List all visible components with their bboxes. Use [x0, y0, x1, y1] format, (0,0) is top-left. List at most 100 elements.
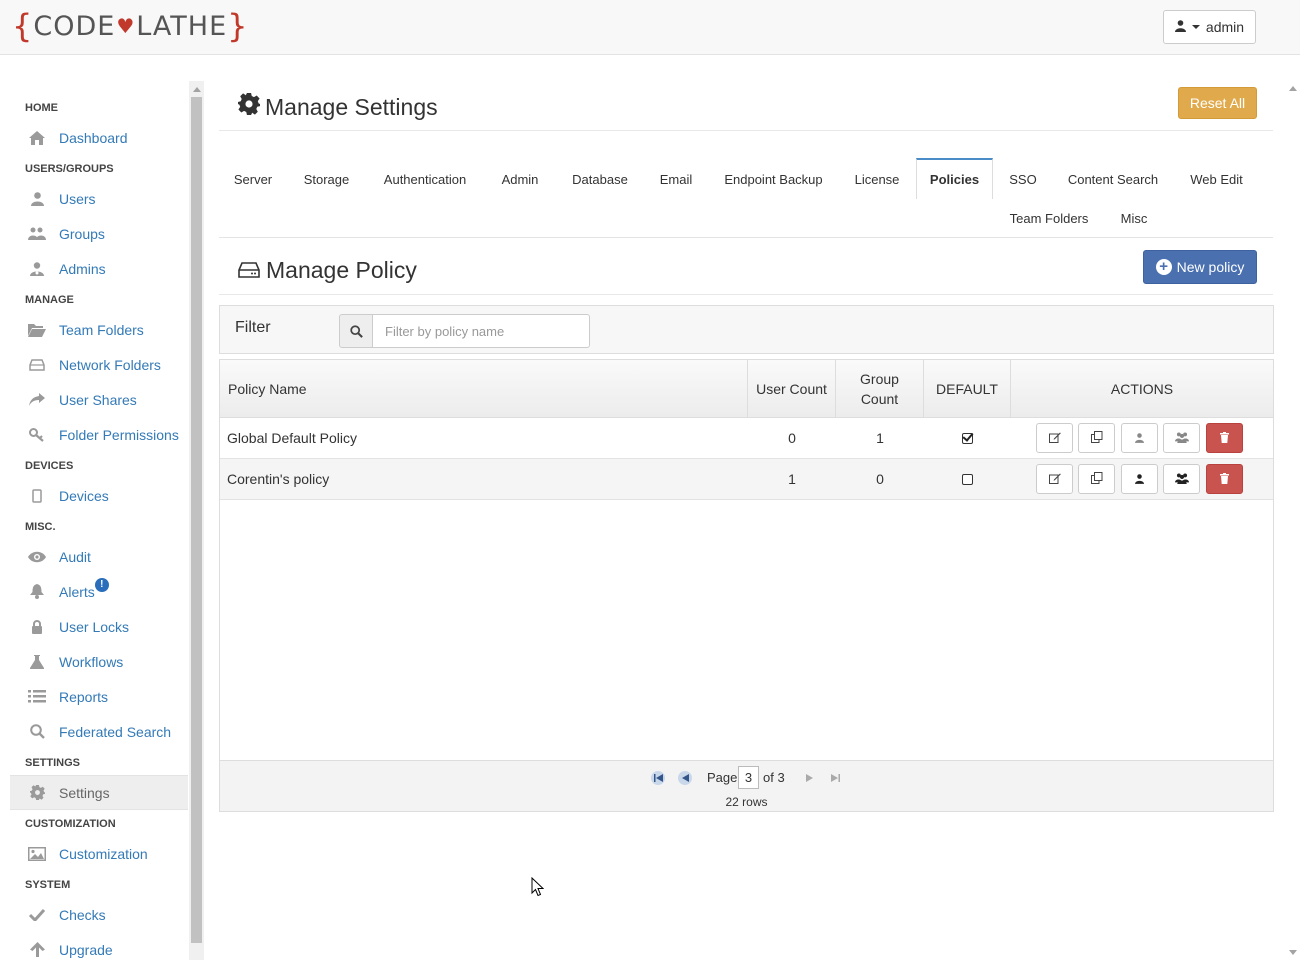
sidebar-item-folder-permissions[interactable]: Folder Permissions [10, 417, 188, 452]
first-page-icon[interactable] [651, 771, 665, 785]
edit-icon [1048, 430, 1061, 446]
assign-user-button[interactable] [1121, 464, 1158, 494]
user-count: 1 [788, 471, 796, 487]
section-title: Manage Policy [238, 257, 417, 284]
sidebar-item-network-folders[interactable]: Network Folders [10, 347, 188, 382]
page-title: Manage Settings [238, 93, 438, 121]
sidebar-item-audit[interactable]: Audit [10, 539, 188, 574]
delete-policy-button[interactable] [1206, 423, 1243, 453]
column-user-count[interactable]: User Count [748, 360, 836, 417]
tab-policies[interactable]: Policies [916, 158, 993, 199]
user-name: admin [1205, 19, 1245, 35]
section-settings: SETTINGS [25, 757, 81, 769]
scrollbar-thumb[interactable] [191, 97, 202, 943]
column-default[interactable]: DEFAULT [924, 360, 1011, 417]
default-checkbox[interactable] [924, 459, 1011, 499]
column-group-count[interactable]: Group Count [836, 360, 924, 417]
assign-user-button[interactable] [1121, 423, 1158, 453]
tab-license[interactable]: License [842, 159, 912, 199]
sidebar-item-users[interactable]: Users [10, 181, 188, 216]
tab-database[interactable]: Database [560, 159, 640, 199]
section-manage: MANAGE [25, 294, 74, 306]
reset-all-button[interactable]: Reset All [1178, 87, 1257, 119]
sidebar-item-checks[interactable]: Checks [10, 897, 188, 932]
sidebar-item-devices[interactable]: Devices [10, 478, 188, 513]
sidebar-item-settings[interactable]: Settings [10, 775, 188, 810]
tab-web-edit[interactable]: Web Edit [1179, 159, 1254, 199]
checkbox-unchecked-icon [962, 473, 973, 485]
delete-policy-button[interactable] [1206, 464, 1243, 494]
scroll-down-arrow[interactable] [1289, 950, 1297, 955]
sidebar-item-admins[interactable]: Admins [10, 251, 188, 286]
sidebar: HOME Dashboard USERS/GROUPS Users Groups… [0, 81, 204, 960]
search-icon [27, 724, 47, 740]
home-icon [27, 130, 47, 146]
edit-policy-button[interactable] [1036, 423, 1073, 453]
picture-icon [27, 846, 47, 862]
sidebar-item-user-locks[interactable]: User Locks [10, 609, 188, 644]
sidebar-item-workflows[interactable]: Workflows [10, 644, 188, 679]
tab-server[interactable]: Server [221, 159, 285, 199]
edit-icon [1048, 471, 1061, 487]
tab-authentication[interactable]: Authentication [370, 159, 480, 199]
copy-policy-button[interactable] [1078, 464, 1115, 494]
sidebar-item-groups[interactable]: Groups [10, 216, 188, 251]
tab-endpoint-backup[interactable]: Endpoint Backup [713, 159, 834, 199]
policy-name: Global Default Policy [227, 430, 357, 446]
user-menu-button[interactable]: admin [1163, 10, 1256, 44]
user-icon [1135, 430, 1144, 446]
sidebar-item-reports[interactable]: Reports [10, 679, 188, 714]
tab-team-folders[interactable]: Team Folders [1000, 198, 1098, 238]
trash-icon [1220, 430, 1229, 446]
sidebar-item-alerts[interactable]: Alerts ! [10, 574, 188, 609]
copy-icon [1090, 430, 1103, 446]
filter-input[interactable] [372, 314, 590, 348]
tab-sso[interactable]: SSO [1000, 159, 1046, 199]
next-page-icon[interactable] [802, 771, 816, 785]
table-row[interactable]: Global Default Policy 0 1 [220, 418, 1273, 459]
edit-policy-button[interactable] [1036, 464, 1073, 494]
assign-group-button[interactable] [1163, 423, 1200, 453]
section-misc: MISC. [25, 521, 56, 533]
copy-policy-button[interactable] [1078, 423, 1115, 453]
assign-group-button[interactable] [1163, 464, 1200, 494]
section-users-groups: USERS/GROUPS [25, 163, 114, 175]
prev-page-icon[interactable] [678, 771, 692, 785]
logo-heart-icon: ♥ [116, 14, 136, 38]
check-icon [27, 907, 47, 923]
sidebar-item-upgrade[interactable]: Upgrade [10, 932, 188, 967]
scroll-up-arrow[interactable] [1289, 86, 1297, 91]
copy-icon [1090, 471, 1103, 487]
users-icon [1174, 430, 1189, 446]
column-policy-name[interactable]: Policy Name [220, 360, 748, 417]
section-customization: CUSTOMIZATION [25, 818, 116, 830]
page-number-input[interactable] [738, 766, 759, 789]
new-policy-button[interactable]: + New policy [1143, 250, 1257, 284]
tab-storage[interactable]: Storage [291, 159, 362, 199]
sidebar-scrollbar[interactable] [189, 81, 204, 960]
sidebar-item-dashboard[interactable]: Dashboard [10, 120, 188, 155]
sidebar-item-federated-search[interactable]: Federated Search [10, 714, 188, 749]
last-page-icon[interactable] [828, 771, 842, 785]
tab-admin[interactable]: Admin [488, 159, 552, 199]
scroll-up-arrow[interactable] [193, 87, 201, 92]
codelathe-logo[interactable]: { CODE ♥ LATHE } [12, 7, 249, 45]
tabs-divider [219, 237, 1273, 238]
hdd-icon [238, 257, 260, 284]
sidebar-item-customization[interactable]: Customization [10, 836, 188, 871]
list-icon [27, 689, 47, 705]
tab-content-search[interactable]: Content Search [1054, 159, 1172, 199]
sidebar-item-team-folders[interactable]: Team Folders [10, 312, 188, 347]
table-row[interactable]: Corentin's policy 1 0 [220, 459, 1273, 500]
trash-icon [1220, 471, 1229, 487]
tab-email[interactable]: Email [647, 159, 705, 199]
default-checkbox[interactable] [924, 418, 1011, 458]
tab-misc[interactable]: Misc [1106, 198, 1162, 238]
divider [219, 130, 1273, 131]
section-system: SYSTEM [25, 879, 71, 891]
folder-open-icon [27, 322, 47, 338]
filter-label: Filter [235, 319, 271, 336]
main-scrollbar[interactable] [1285, 81, 1300, 960]
plus-circle-icon: + [1155, 259, 1172, 275]
sidebar-item-user-shares[interactable]: User Shares [10, 382, 188, 417]
